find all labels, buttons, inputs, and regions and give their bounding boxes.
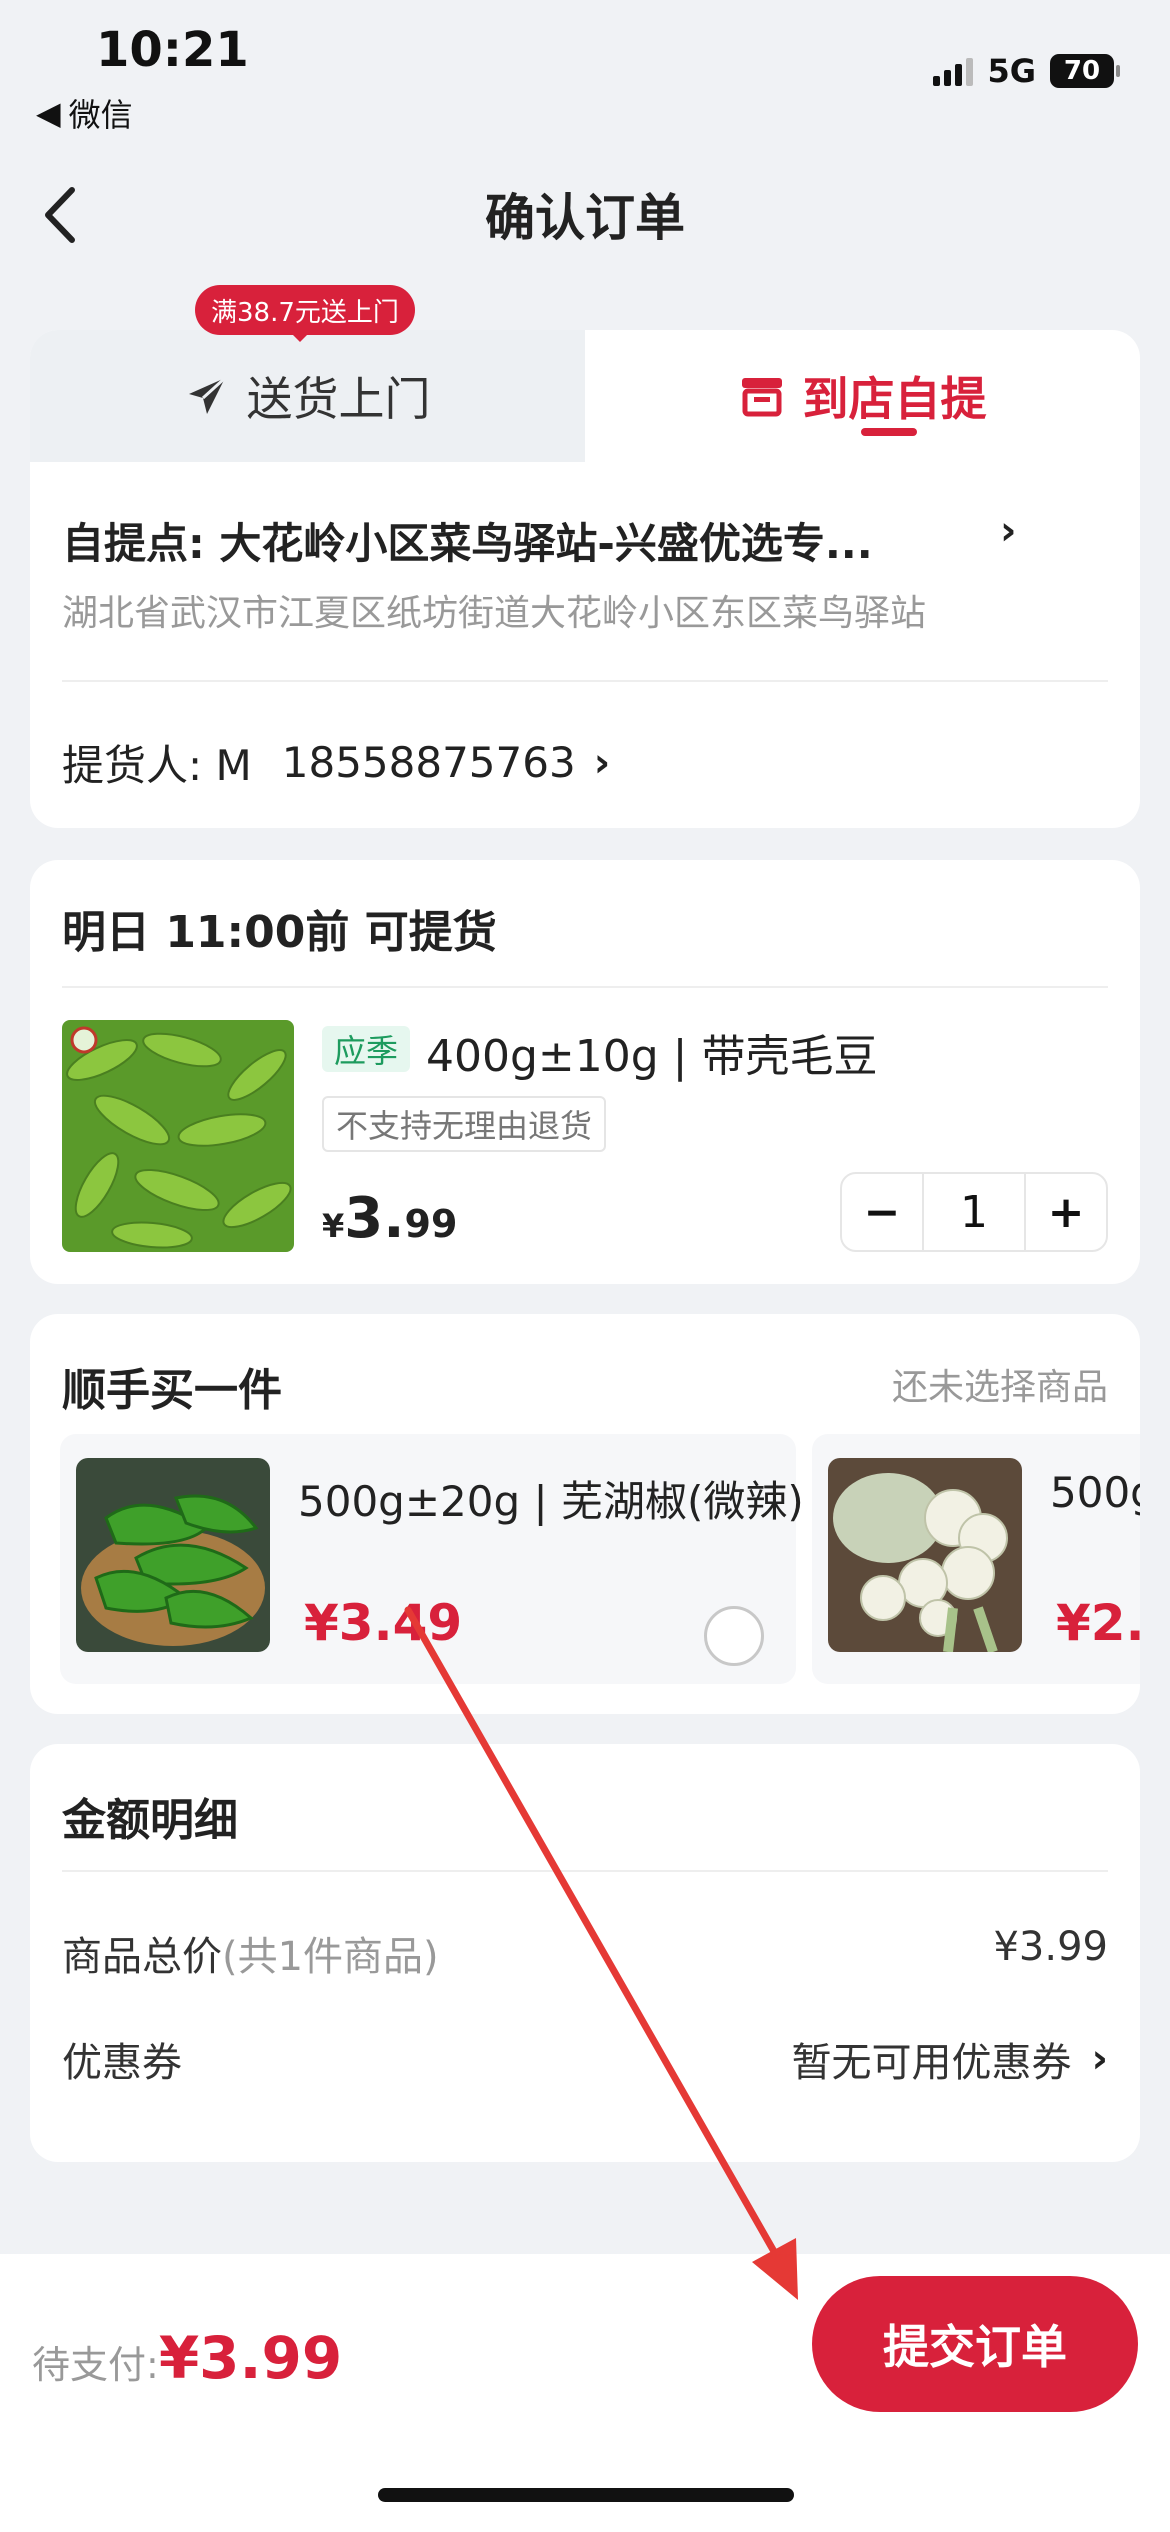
picker-phone: 18558875763 [281, 738, 576, 787]
pay-info: 待支付: ¥3.99 [32, 2324, 342, 2392]
edamame-image [62, 1020, 294, 1252]
status-back-label: 微信 [68, 96, 133, 134]
addon-item[interactable]: 500g±20g | 芜湖椒(微辣) ¥3.49 [60, 1434, 804, 1684]
delivery-card: 送货上门 到店自提 自提点: 大花岭小区菜鸟驿站-兴盛优选专... › 湖北省武… [30, 330, 1140, 828]
increase-button[interactable]: + [1026, 1174, 1106, 1250]
status-back-to-app[interactable]: ◀ 微信 [36, 90, 133, 136]
addon-title: 顺手买一件 [62, 1365, 282, 1416]
decrease-button[interactable]: − [842, 1174, 922, 1250]
delivery-threshold-badge: 满38.7元送上门 [195, 285, 415, 335]
coupon-value: 暂无可用优惠券 [791, 2040, 1072, 2086]
chevron-right-icon[interactable]: › [1000, 508, 1016, 554]
price-integer: 3. [344, 1186, 405, 1251]
submit-order-button[interactable]: 提交订单 [812, 2276, 1138, 2412]
season-tag: 应季 [322, 1026, 411, 1072]
store-icon [741, 378, 782, 417]
addon-item-price: ¥3.49 [304, 1594, 463, 1652]
active-tab-indicator [861, 428, 917, 436]
price-symbol: ¥ [322, 1207, 345, 1245]
quantity-stepper: − 1 + [840, 1172, 1108, 1252]
subtotal-value: ¥3.99 [993, 1924, 1108, 1970]
cauliflower-image [828, 1458, 1022, 1652]
select-radio[interactable] [704, 1606, 764, 1666]
back-triangle-icon: ◀ [36, 94, 61, 132]
tab-home-delivery[interactable]: 送货上门 [30, 330, 585, 462]
pay-label: 待支付: [32, 2343, 159, 2387]
addon-item-name: 500g±20g | 芜湖椒(微辣) [298, 1477, 804, 1526]
tab-store-pickup[interactable]: 到店自提 [585, 330, 1140, 462]
status-indicators: 5G 70 [933, 52, 1120, 90]
page-title: 确认订单 [485, 189, 685, 247]
product-price: ¥3.99 [322, 1186, 457, 1251]
amount-detail-card: 金额明细 商品总价(共1件商品) ¥3.99 优惠券 暂无可用优惠券 › [30, 1744, 1140, 2162]
addon-item-name: 500g [1050, 1468, 1140, 1517]
subtotal-count: (共1件商品) [222, 1934, 439, 1980]
price-decimal: 99 [404, 1202, 458, 1246]
green-pepper-image [76, 1458, 270, 1652]
picker-info[interactable]: 提货人: M 18558875763 › [62, 732, 610, 793]
back-arrow-icon[interactable] [36, 180, 86, 250]
home-indicator [378, 2488, 794, 2502]
coupon-label: 优惠券 [62, 2040, 182, 2086]
tab-home-delivery-label: 送货上门 [246, 372, 431, 426]
pickup-address: 湖北省武汉市江夏区纸坊街道大花岭小区东区菜鸟驿站 [62, 593, 927, 634]
product-name: 400g±10g | 带壳毛豆 [426, 1031, 878, 1082]
network-label: 5G [987, 52, 1036, 90]
picker-label: 提货人: M [62, 741, 252, 790]
quantity-value[interactable]: 1 [922, 1174, 1026, 1250]
signal-icon [933, 56, 974, 86]
chevron-right-icon: › [1091, 2036, 1108, 2082]
battery-icon: 70 [1050, 54, 1120, 88]
status-time: 10:21 [96, 22, 249, 78]
order-item-card: 明日 11:00前 可提货 应季 400g±10g | 带壳毛豆 不支持无理由退… [30, 860, 1140, 1284]
paper-plane-icon [188, 376, 226, 414]
addon-card: 顺手买一件 还未选择商品 500g±20g | 芜湖椒(微辣) ¥3.49 50… [30, 1314, 1140, 1714]
pay-amount: ¥3.99 [158, 2324, 343, 2392]
coupon-selector[interactable]: 暂无可用优惠券 › [792, 2030, 1108, 2088]
divider [62, 680, 1108, 682]
tab-store-pickup-label: 到店自提 [802, 372, 987, 426]
divider [62, 986, 1108, 988]
chevron-right-icon: › [593, 739, 611, 786]
badge-pointer [290, 332, 310, 342]
subtotal-label-text: 商品总价 [62, 1934, 222, 1980]
subtotal-label: 商品总价(共1件商品) [62, 1924, 439, 1982]
no-return-tag: 不支持无理由退货 [322, 1096, 607, 1152]
pickup-point[interactable]: 自提点: 大花岭小区菜鸟驿站-兴盛优选专... [62, 510, 1052, 571]
pickup-time: 明日 11:00前 可提货 [62, 907, 497, 958]
addon-carousel[interactable]: 500g±20g | 芜湖椒(微辣) ¥3.49 500g ¥2. [60, 1434, 1140, 1684]
amount-title: 金额明细 [62, 1795, 238, 1846]
addon-item-price: ¥2. [1056, 1594, 1140, 1652]
addon-hint: 还未选择商品 [891, 1367, 1108, 1408]
addon-item[interactable]: 500g ¥2. [812, 1434, 1140, 1684]
divider [62, 1870, 1108, 1872]
battery-level: 70 [1063, 56, 1101, 86]
